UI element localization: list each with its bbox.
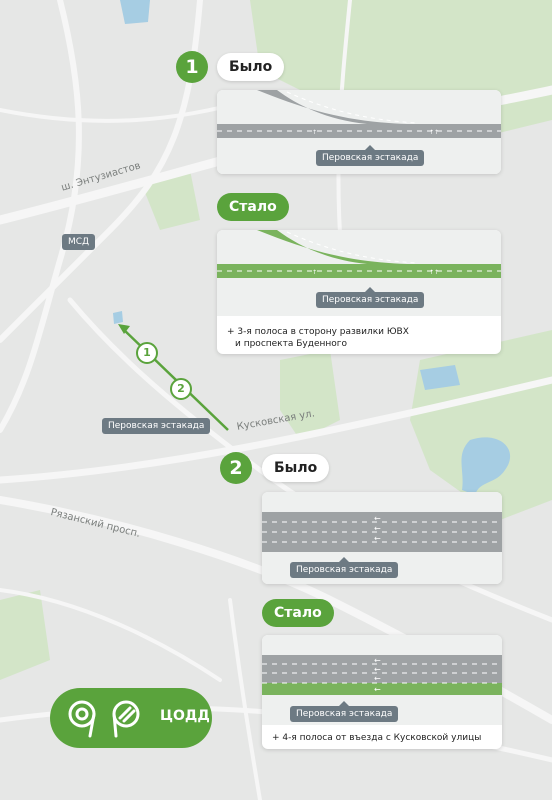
change-note-line: + 3-я полоса в сторону развилки ЮВХ: [227, 327, 409, 337]
park-area: [280, 350, 340, 440]
card-tag-label: Перовская эстакада: [322, 153, 419, 163]
label-before-2: Было: [262, 454, 330, 482]
codd-logo: ЦОДД: [50, 688, 212, 748]
card-tag: Перовская эстакада: [290, 701, 399, 722]
svg-text:↑: ↑: [312, 269, 317, 276]
svg-text:↑↑: ↑↑: [429, 129, 439, 136]
water-body: [120, 0, 150, 24]
logo-emblem-icon: [68, 700, 140, 738]
change-note: + 4-я полоса от въезда с Кусковской улиц…: [272, 733, 482, 743]
lane-card-after-1: ↑ ↑↑ Перовская эстакада + 3-я полоса в с…: [217, 230, 501, 354]
lane-card-after-2: ← ← ← ← Перовская эстакада + 4-я полоса …: [262, 635, 502, 749]
card-tag-label: Перовская эстакада: [322, 295, 419, 305]
svg-text:←: ←: [374, 524, 381, 533]
svg-text:←: ←: [374, 665, 381, 674]
svg-text:←: ←: [374, 534, 381, 543]
change-note: + 3-я полоса в сторону развилки ЮВХ и пр…: [227, 326, 409, 350]
road: [0, 98, 252, 123]
map-tag-perovskaya: Перовская эстакада: [102, 418, 211, 434]
label-before-1: Было: [217, 53, 285, 81]
card-tag-label: Перовская эстакада: [296, 709, 393, 719]
map-tag-msd: МСД: [62, 234, 96, 250]
section-number-1: 1: [176, 51, 208, 83]
card-tag: Перовская эстакада: [316, 287, 425, 308]
park-area: [0, 590, 50, 680]
map-tag-label: Перовская эстакада: [108, 421, 205, 431]
card-tag: Перовская эстакада: [290, 557, 399, 578]
svg-text:↑: ↑: [312, 129, 317, 136]
change-note-line: и проспекта Буденного: [235, 339, 348, 349]
route-marker-1: 1: [136, 342, 158, 364]
svg-text:←: ←: [374, 514, 381, 523]
label-after-2: Стало: [262, 599, 334, 627]
card-tag-label: Перовская эстакада: [296, 565, 393, 575]
section-number-2: 2: [220, 452, 252, 484]
road: [228, 598, 262, 800]
card-tag: Перовская эстакада: [316, 145, 425, 166]
svg-text:←: ←: [374, 656, 381, 665]
map-tag-label: МСД: [68, 237, 90, 247]
lane-card-before-2: ← ← ← Перовская эстакада: [262, 492, 502, 584]
road: [0, 0, 203, 343]
svg-text:←: ←: [374, 674, 381, 683]
svg-text:←: ←: [374, 685, 381, 694]
lane-card-before-1: ↑ ↑↑ Перовская эстакада: [217, 90, 501, 174]
route-marker-2: 2: [170, 378, 192, 400]
logo-text: ЦОДД: [160, 708, 210, 724]
water-body: [113, 311, 123, 324]
svg-text:↑↑: ↑↑: [429, 269, 439, 276]
label-after-1: Стало: [217, 193, 289, 221]
